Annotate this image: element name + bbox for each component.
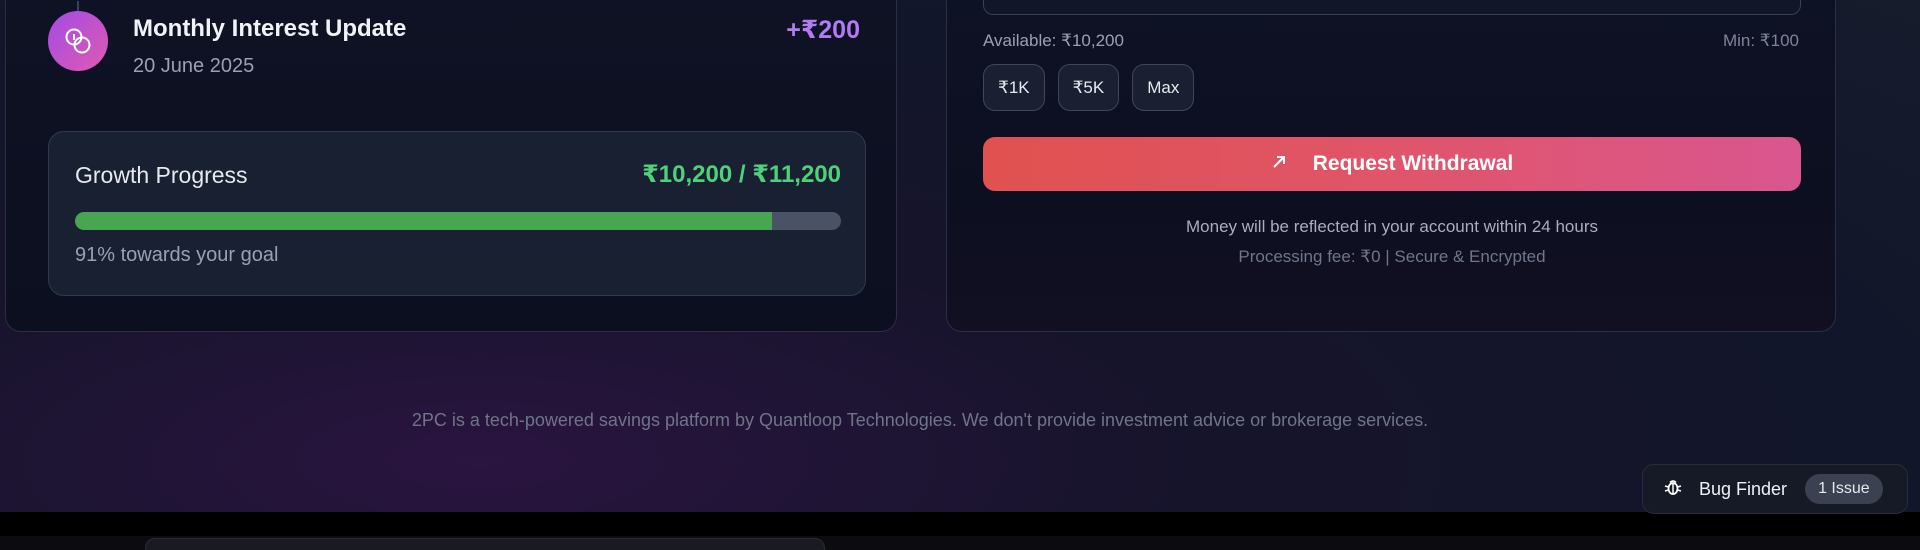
growth-progress-panel: Growth Progress ₹10,200 / ₹11,200 91% to… [48,131,866,296]
bug-finder-label: Bug Finder [1699,478,1788,499]
arrow-up-right-icon [1271,152,1287,176]
footer-disclaimer: 2PC is a tech-powered savings platform b… [411,410,1429,430]
issue-count-badge: 1 Issue [1805,474,1883,504]
growth-progress-fill [75,212,773,230]
interest-card: Monthly Interest Update 20 June 2025 +₹2… [5,0,897,332]
growth-progress-bar [75,212,841,230]
chip-max[interactable]: Max [1132,64,1195,111]
amount-input[interactable] [983,0,1801,15]
request-withdrawal-button[interactable]: Request Withdrawal [983,137,1801,191]
transaction-amount: +₹200 [786,16,860,44]
reflection-note: Money will be reflected in your account … [1186,217,1598,236]
withdraw-card: Available: ₹10,200 Min: ₹100 ₹1K ₹5K Max… [946,0,1836,332]
bug-finder-button[interactable]: Bug Finder 1 Issue [1642,464,1908,514]
page: Monthly Interest Update 20 June 2025 +₹2… [0,0,1920,512]
chip-5k[interactable]: ₹5K [1057,64,1120,111]
request-withdrawal-label: Request Withdrawal [1312,152,1514,175]
minimum-amount: Min: ₹100 [1722,31,1799,50]
bug-icon [1663,477,1683,502]
growth-progress-caption: 91% towards your goal [75,244,279,266]
bottom-input-bar[interactable] [145,538,825,550]
transaction-date: 20 June 2025 [133,55,255,77]
transaction-title: Monthly Interest Update [133,15,407,42]
growth-progress-value: ₹10,200 / ₹11,200 [642,161,841,188]
growth-progress-title: Growth Progress [75,162,248,188]
coins-icon [48,11,108,71]
available-balance: Available: ₹10,200 [983,31,1124,50]
quick-amount-chips: ₹1K ₹5K Max [983,64,1195,111]
fee-note: Processing fee: ₹0 | Secure & Encrypted [1238,247,1546,266]
chip-1k[interactable]: ₹1K [983,64,1045,111]
